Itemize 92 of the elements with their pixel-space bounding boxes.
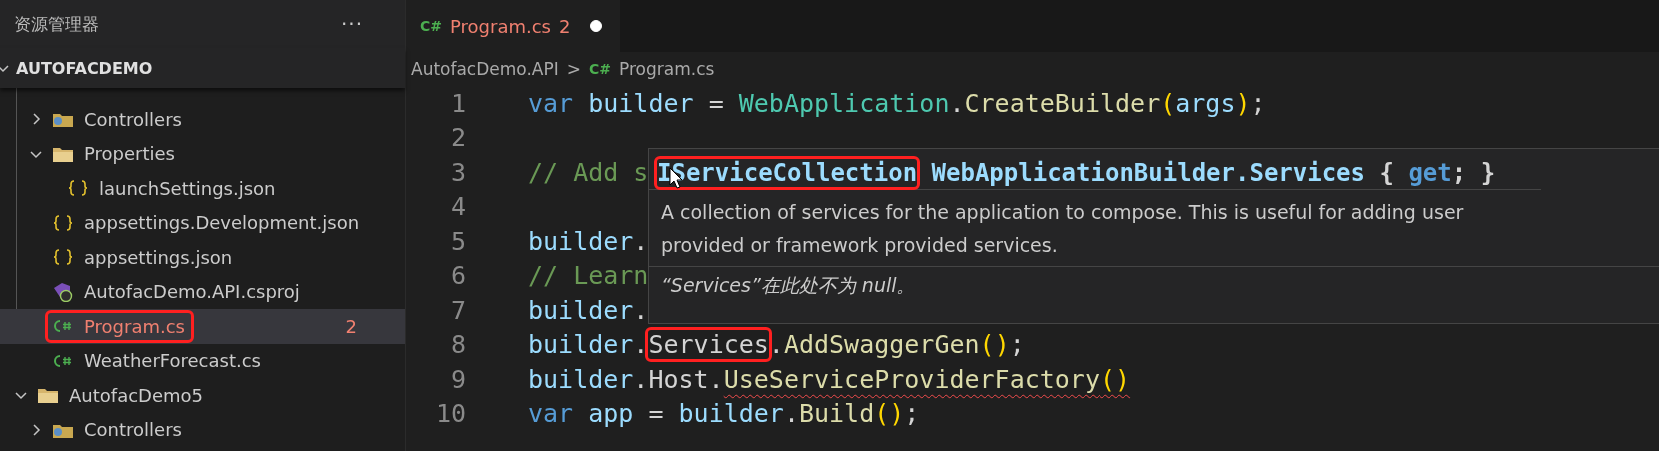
file-item[interactable]: Program.cs 2 <box>0 309 405 344</box>
file-item[interactable]: appsettings.json <box>0 240 405 275</box>
folder-icon <box>37 386 59 405</box>
code-token: = <box>707 88 725 118</box>
code-token: () <box>1099 364 1131 394</box>
code-comment: // Add s <box>528 157 649 187</box>
code-token: var <box>528 399 575 429</box>
code-token: ; <box>904 399 920 429</box>
code-token: builder <box>528 226 634 256</box>
csharp-icon: C# <box>589 61 611 77</box>
code-token: WebApplicationBuilder.Services <box>930 159 1366 187</box>
more-actions-button[interactable]: ··· <box>340 12 363 36</box>
project-file-icon <box>52 281 74 302</box>
line-number: 1 <box>449 88 466 118</box>
csharp-icon <box>52 318 74 335</box>
code-token: AddSwaggerGen <box>783 330 980 360</box>
code-token: builder <box>528 330 634 360</box>
line-number: 10 <box>434 399 466 429</box>
code-token: Services <box>648 330 769 360</box>
line-number: 8 <box>449 330 466 360</box>
code-token: var <box>528 88 575 118</box>
folder-item[interactable]: Properties <box>0 136 405 171</box>
file-name: Program.cs <box>84 315 185 337</box>
csharp-icon <box>52 352 74 369</box>
code-token: ; <box>1009 330 1025 360</box>
file-name: Controllers <box>84 108 182 130</box>
file-name: launchSettings.json <box>99 177 276 199</box>
workspace-name: AUTOFACDEMO <box>16 58 153 78</box>
code-token: = <box>647 399 665 429</box>
code-token: builder <box>678 399 784 429</box>
line-number: 3 <box>449 157 466 187</box>
code-token: builder <box>528 295 634 325</box>
code-token: ) <box>1235 88 1251 118</box>
code-token: builder <box>588 88 694 118</box>
code-token: () <box>979 330 1010 360</box>
csharp-icon: C# <box>420 18 442 34</box>
line-number: 7 <box>449 295 466 325</box>
line-number: 2 <box>449 123 466 153</box>
file-name: AutofacDemo.API.csproj <box>84 281 300 303</box>
code-token: app <box>588 399 634 429</box>
breadcrumb-item[interactable]: Program.cs <box>619 59 715 79</box>
code-token: . <box>783 399 799 429</box>
code-token: () <box>874 399 905 429</box>
code-token: .Host. <box>633 364 724 394</box>
code-token: args <box>1175 88 1236 118</box>
braces-icon <box>67 179 89 198</box>
workspace-header[interactable]: AUTOFACDEMO <box>0 48 405 88</box>
line-number: 4 <box>449 192 466 222</box>
editor-tab[interactable]: C# Program.cs 2 <box>406 0 621 52</box>
code-token: get <box>1408 159 1452 187</box>
code-token: builder <box>528 364 634 394</box>
line-number: 5 <box>449 226 466 256</box>
braces-icon <box>52 213 74 232</box>
file-name: Controllers <box>84 419 182 441</box>
problem-count: 2 <box>558 15 571 37</box>
tab-title: Program.cs <box>450 15 551 37</box>
folder-item[interactable]: AutofacDemo5 <box>0 378 405 413</box>
folder-item[interactable]: Controllers <box>0 412 405 447</box>
tooltip-description: A collection of services for the application to compose. This is useful for adding user provided or framework provided services. <box>649 189 1541 262</box>
code-token: WebApplication <box>738 88 950 118</box>
breadcrumb-separator: > <box>566 59 581 79</box>
sidebar-title: 资源管理器 <box>14 12 99 36</box>
tooltip-note: “Services”在此处不为 null。 <box>649 266 1659 305</box>
breadcrumb-item[interactable]: AutofacDemo.API <box>411 59 559 79</box>
file-item[interactable]: AutofacDemo.API.csproj <box>0 274 405 309</box>
code-token: . <box>633 330 649 360</box>
file-name: appsettings.json <box>84 246 233 268</box>
code-token: . <box>949 88 965 118</box>
code-token: IServiceCollection <box>657 159 918 187</box>
file-name: AutofacDemo5 <box>69 384 203 406</box>
code-token: CreateBuilder <box>964 88 1161 118</box>
code-token: Build <box>798 399 875 429</box>
code-token: . <box>768 330 784 360</box>
file-item[interactable]: launchSettings.json <box>0 171 405 206</box>
code-token: UseServiceProviderFactory <box>723 364 1100 394</box>
file-name: WeatherForecast.cs <box>84 350 261 372</box>
code-token: { <box>1378 159 1395 187</box>
code-comment: // Learn <box>528 261 649 291</box>
code-token: . <box>633 295 649 325</box>
file-item[interactable]: WeatherForecast.cs <box>0 343 405 378</box>
file-item[interactable]: appsettings.Development.json <box>0 205 405 240</box>
folder-item[interactable]: Controllers <box>0 102 405 137</box>
file-name: Properties <box>84 143 175 165</box>
braces-icon <box>52 248 74 267</box>
code-token: ; <box>1250 88 1266 118</box>
file-name: appsettings.Development.json <box>84 212 360 234</box>
code-token: ; } <box>1451 159 1496 187</box>
problem-count: 2 <box>345 315 357 337</box>
code-token: ( <box>1160 88 1176 118</box>
line-number: 6 <box>449 261 466 291</box>
code-token: . <box>633 226 649 256</box>
line-number: 9 <box>449 364 466 394</box>
